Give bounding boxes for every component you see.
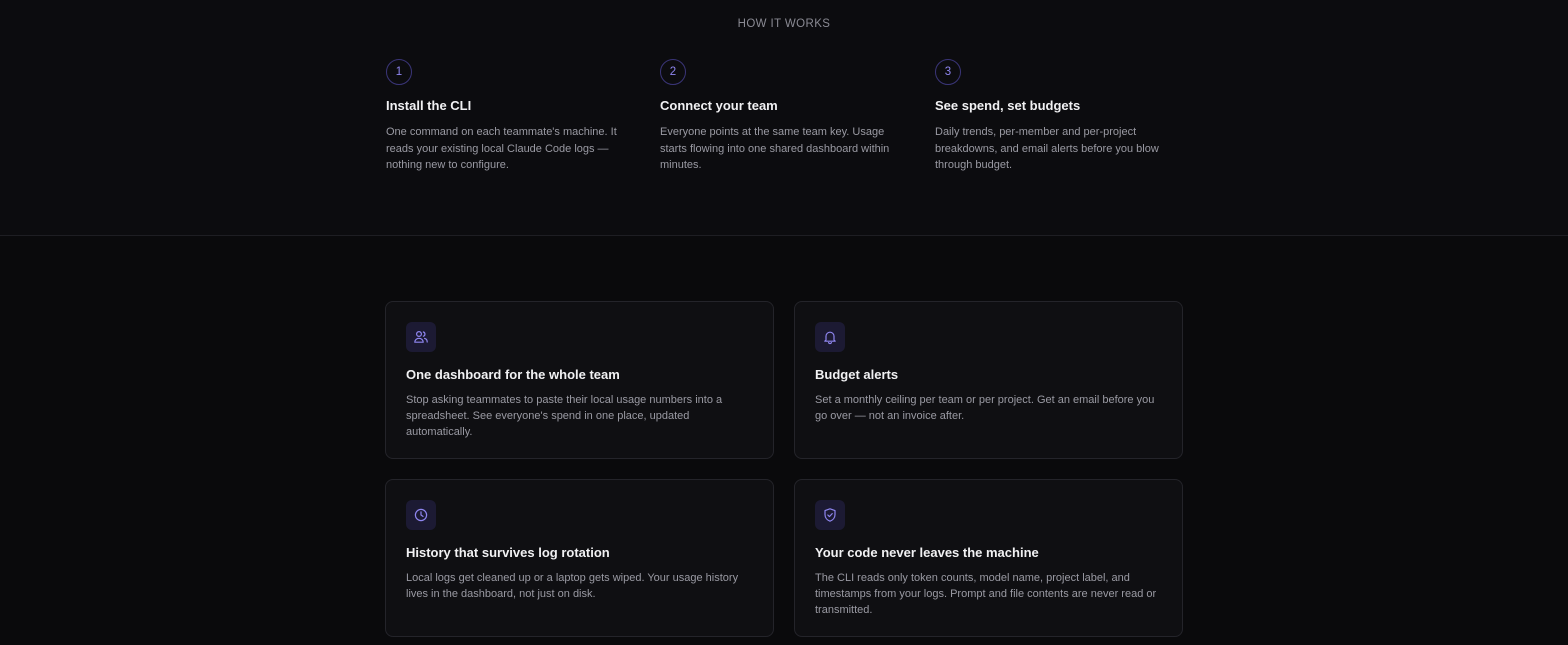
step-number: 2 bbox=[660, 59, 686, 85]
step-title: Install the CLI bbox=[386, 98, 472, 113]
users-icon bbox=[406, 322, 436, 352]
step-1: 1 Install the CLI One command on each te… bbox=[386, 59, 636, 174]
step-2: 2 Connect your team Everyone points at t… bbox=[660, 59, 910, 174]
feature-title: One dashboard for the whole team bbox=[406, 367, 620, 382]
bell-icon bbox=[815, 322, 845, 352]
feature-card-team-dashboard: One dashboard for the whole team Stop as… bbox=[385, 301, 774, 459]
step-description: Daily trends, per-member and per-project… bbox=[935, 126, 1159, 171]
clock-icon bbox=[406, 500, 436, 530]
feature-description: Local logs get cleaned up or a laptop ge… bbox=[406, 572, 739, 600]
feature-title: Budget alerts bbox=[815, 367, 899, 382]
step-number: 3 bbox=[935, 59, 961, 85]
how-it-works-section: HOW IT WORKS 1 Install the CLI One comma… bbox=[0, 0, 1568, 236]
feature-card-history: History that survives log rotation Local… bbox=[385, 479, 774, 637]
step-description: Everyone points at the same team key. Us… bbox=[660, 126, 890, 171]
step-title: Connect your team bbox=[660, 98, 778, 113]
feature-title: Your code never leaves the machine bbox=[815, 545, 1039, 560]
step-number: 1 bbox=[386, 59, 412, 85]
feature-card-budget-alerts: Budget alerts Set a monthly ceiling per … bbox=[794, 301, 1183, 459]
step-description: One command on each teammate's machine. … bbox=[386, 126, 617, 171]
feature-description: Stop asking teammates to paste their loc… bbox=[406, 394, 723, 438]
features-section: One dashboard for the whole team Stop as… bbox=[0, 237, 1568, 645]
step-3: 3 See spend, set budgets Daily trends, p… bbox=[935, 59, 1185, 174]
feature-title: History that survives log rotation bbox=[406, 545, 610, 560]
shield-check-icon bbox=[815, 500, 845, 530]
section-eyebrow: HOW IT WORKS bbox=[737, 18, 831, 30]
feature-card-privacy: Your code never leaves the machine The C… bbox=[794, 479, 1183, 637]
step-title: See spend, set budgets bbox=[935, 98, 1081, 113]
feature-description: The CLI reads only token counts, model n… bbox=[815, 572, 1157, 616]
feature-description: Set a monthly ceiling per team or per pr… bbox=[815, 394, 1155, 422]
